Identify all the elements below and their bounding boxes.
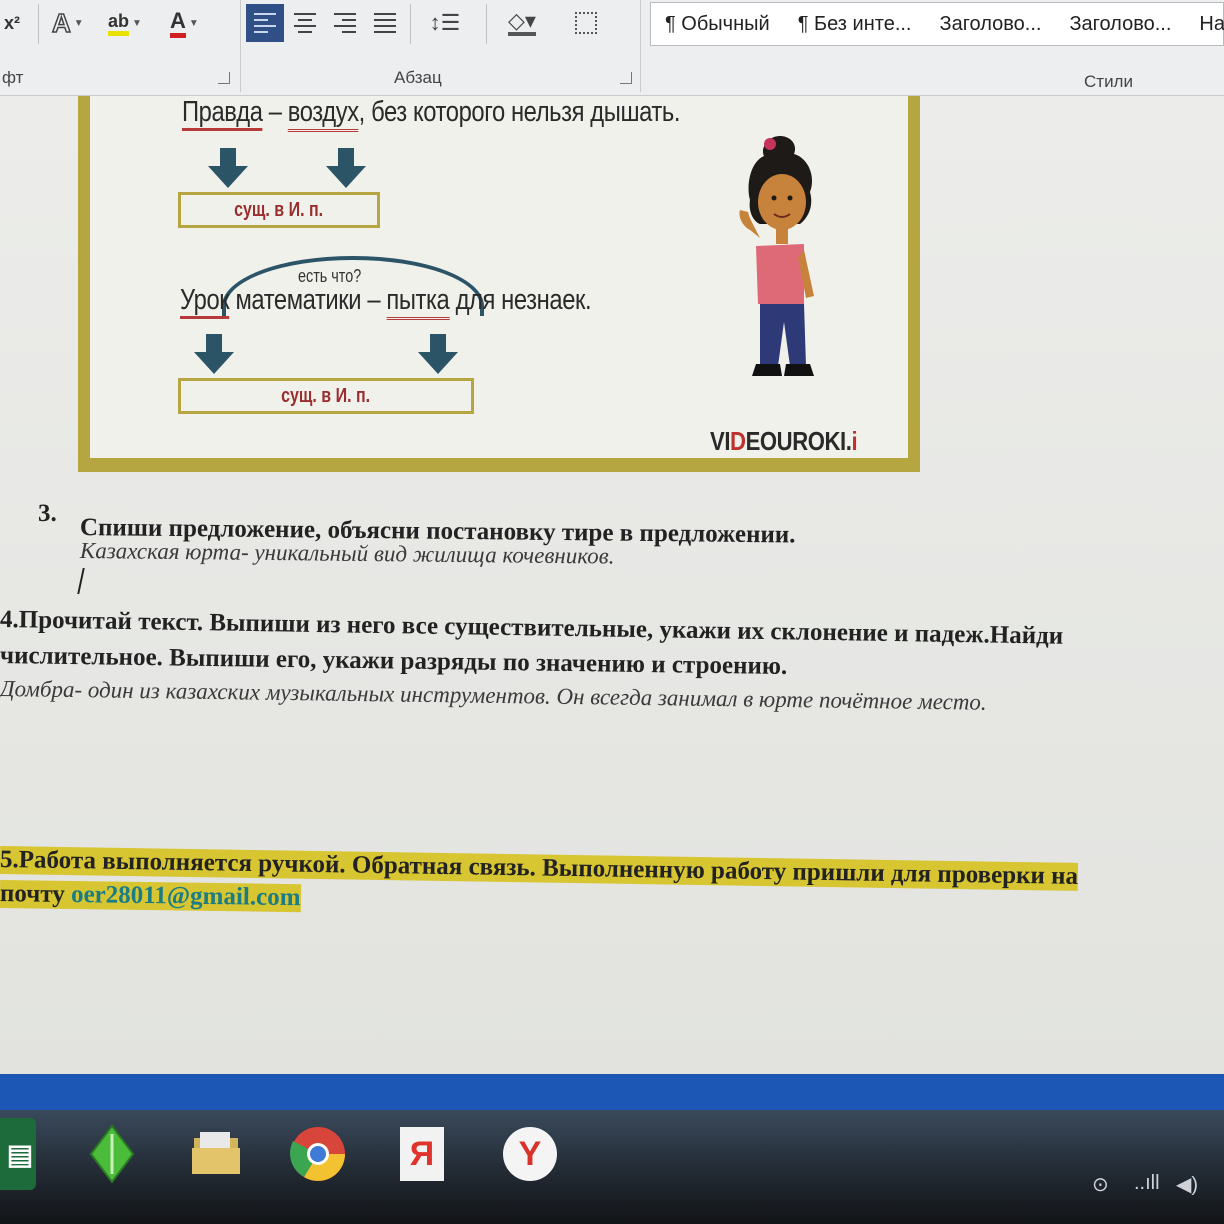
line-spacing-button[interactable]: ↕☰ <box>420 4 470 42</box>
ribbon: x² A ▼ ab ▼ A ▼ ↕☰ ◇▾ ¶ Обычный ¶ Без инте.… <box>0 0 1224 96</box>
arrow-down-icon <box>326 148 366 190</box>
yandex-tray-icon[interactable]: ⊙ <box>1092 1172 1109 1197</box>
styles-gallery: ¶ Обычный ¶ Без инте... Заголово... Заго… <box>650 2 1224 46</box>
email-link[interactable]: oer28011@gmail.com <box>71 881 301 911</box>
align-center-button[interactable] <box>286 4 324 42</box>
yandex-icon[interactable]: Я <box>386 1118 458 1190</box>
font-dialog-launcher[interactable] <box>218 72 230 84</box>
sims-icon[interactable] <box>76 1118 148 1190</box>
font-color-icon: A <box>170 8 186 38</box>
document-page[interactable]: Правда – воздух, без которого нельзя дыш… <box>0 96 1224 1074</box>
style-title[interactable]: На <box>1185 13 1224 36</box>
styles-group-label: Стили <box>1084 72 1133 91</box>
ribbon-separator <box>486 4 487 44</box>
borders-icon <box>575 12 597 34</box>
chrome-icon[interactable] <box>282 1118 354 1190</box>
justify-button[interactable] <box>366 4 404 42</box>
font-group-label: фт <box>2 68 24 87</box>
volume-icon[interactable]: ◀) <box>1176 1172 1198 1197</box>
line-spacing-icon: ↕☰ <box>429 10 461 35</box>
ribbon-separator <box>410 4 411 44</box>
window-bottom-stripe <box>0 1074 1224 1110</box>
borders-button[interactable] <box>558 4 614 42</box>
noun-label-box-1: сущ. в И. п. <box>178 192 380 228</box>
ribbon-separator <box>38 4 39 44</box>
embedded-image[interactable]: Правда – воздух, без которого нельзя дыш… <box>78 96 920 472</box>
shading-button[interactable]: ◇▾ <box>494 4 550 42</box>
highlighter-icon: ab <box>108 11 130 36</box>
figure-sentence-2: Урок математики – пытка для незнаек. <box>180 284 592 320</box>
figure-canvas: Правда – воздух, без которого нельзя дыш… <box>90 96 908 458</box>
task3-number: 3. <box>38 500 57 527</box>
excel-icon[interactable]: ▤ <box>0 1118 36 1190</box>
noun-label-box-2: сущ. в И. п. <box>178 378 474 414</box>
task4-line2: числительное. Выпиши его, укажи разряды … <box>0 642 788 680</box>
superscript-button[interactable]: x² <box>4 6 20 40</box>
font-color-button[interactable]: A ▼ <box>170 6 199 40</box>
files-icon[interactable] <box>180 1118 252 1190</box>
text-effects-button[interactable]: A ▼ <box>51 6 83 40</box>
girl-cartoon-icon <box>739 136 814 376</box>
task4-example: Домбра- один из казахских музыкальных ин… <box>0 676 987 715</box>
style-heading-1[interactable]: Заголово... <box>925 13 1055 36</box>
paragraph-dialog-launcher[interactable] <box>620 72 632 84</box>
videouroki-logo: VIDEOUROKI.i <box>710 426 858 456</box>
align-left-button[interactable] <box>246 4 284 42</box>
group-divider <box>640 0 641 92</box>
task3-example: Казахская юрта- уникальный вид жилища ко… <box>79 538 615 569</box>
network-icon[interactable]: ..ıll <box>1134 1172 1160 1195</box>
yandex-browser-icon[interactable]: Y <box>494 1118 566 1190</box>
text-effects-icon: A <box>51 7 71 39</box>
task5-line2: почту oer28011@gmail.com <box>0 880 301 913</box>
arrow-down-icon <box>208 148 248 190</box>
arrow-down-icon <box>418 334 458 376</box>
style-normal[interactable]: ¶ Обычный <box>651 13 784 36</box>
figure-sentence-1: Правда – воздух, без которого нельзя дыш… <box>182 96 680 132</box>
paint-bucket-icon: ◇▾ <box>508 10 536 36</box>
paragraph-group-label: Абзац <box>394 68 442 87</box>
arrow-down-icon <box>194 334 234 376</box>
align-right-button[interactable] <box>326 4 364 42</box>
style-heading-2[interactable]: Заголово... <box>1055 13 1185 36</box>
highlight-button[interactable]: ab ▼ <box>108 6 142 40</box>
style-no-spacing[interactable]: ¶ Без инте... <box>784 13 926 36</box>
text-cursor <box>77 568 85 594</box>
group-divider <box>240 0 241 92</box>
